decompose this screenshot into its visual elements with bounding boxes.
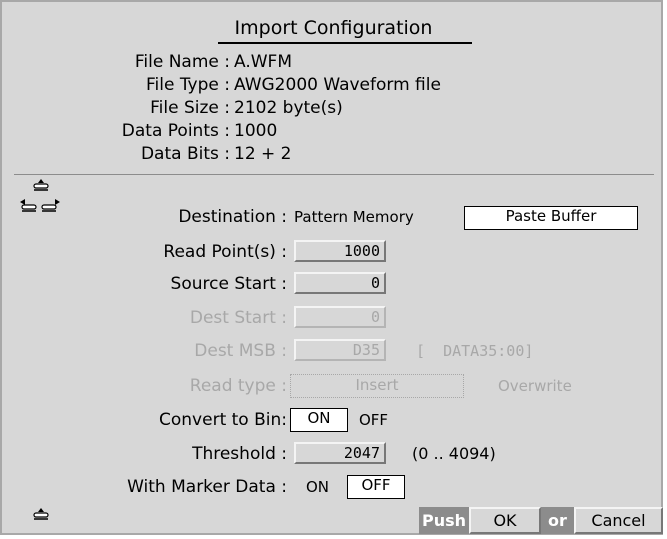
data-points-value: 1000 [234, 121, 278, 141]
dest-msb-label: Dest MSB : [194, 341, 287, 361]
destination-paste-buffer-option[interactable]: Paste Buffer [464, 206, 638, 230]
section-separator [14, 174, 654, 175]
knob-up-icon [33, 179, 49, 191]
push-label: Push [419, 507, 469, 534]
cancel-button[interactable]: Cancel [574, 507, 663, 534]
file-size-label: File Size : [150, 98, 230, 118]
destination-label: Destination : [178, 207, 287, 227]
read-type-insert-option: Insert [290, 374, 464, 398]
data-bits-value: 12 + 2 [234, 144, 292, 164]
threshold-range: (0 .. 4094) [412, 444, 496, 463]
title-underline [218, 42, 472, 44]
read-type-label: Read type : [189, 376, 287, 396]
convert-to-bin-off-option[interactable]: OFF [359, 410, 388, 430]
file-type-label: File Type : [145, 75, 230, 95]
source-start-field[interactable]: 0 [294, 272, 386, 294]
dest-msb-range: [ DATA35:00] [416, 342, 534, 360]
or-label: or [541, 507, 574, 534]
file-name-label: File Name : [134, 52, 230, 72]
threshold-field[interactable]: 2047 [294, 442, 386, 464]
knob-bottom-icon [33, 508, 49, 520]
ok-button[interactable]: OK [469, 507, 541, 534]
data-bits-label: Data Bits : [140, 144, 230, 164]
read-points-field[interactable]: 1000 [294, 240, 386, 262]
source-start-label: Source Start : [170, 274, 287, 294]
dialog-title: Import Configuration [234, 17, 433, 39]
convert-to-bin-on-option[interactable]: ON [290, 408, 348, 432]
read-type-overwrite-option: Overwrite [498, 377, 572, 395]
with-marker-data-on-option[interactable]: ON [306, 477, 329, 497]
file-type-value: AWG2000 Waveform file [234, 75, 441, 95]
import-configuration-dialog: Import Configuration File Name : A.WFM F… [0, 0, 663, 535]
with-marker-data-off-option[interactable]: OFF [347, 475, 405, 499]
dest-msb-field: D35 [294, 339, 386, 361]
read-points-label: Read Point(s) : [163, 242, 287, 262]
threshold-label: Threshold : [192, 444, 287, 464]
file-size-value: 2102 byte(s) [234, 98, 343, 118]
with-marker-data-label: With Marker Data : [127, 477, 287, 497]
destination-pattern-memory-option[interactable]: Pattern Memory [294, 207, 414, 227]
convert-to-bin-label: Convert to Bin: [159, 410, 287, 430]
data-points-label: Data Points : [121, 121, 230, 141]
dest-start-label: Dest Start : [189, 308, 287, 328]
dest-start-field: 0 [294, 306, 386, 328]
file-name-value: A.WFM [234, 52, 292, 72]
